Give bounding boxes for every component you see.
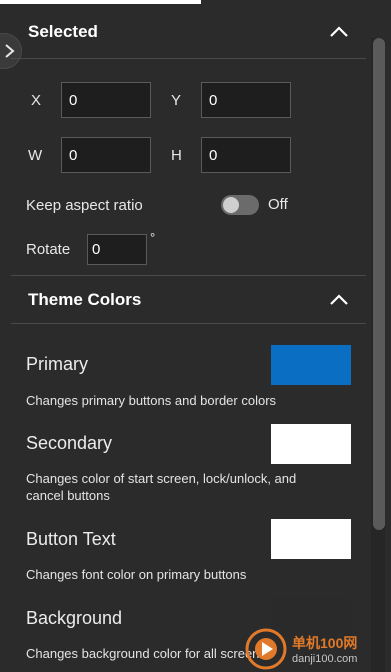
w-input[interactable]: [61, 137, 151, 173]
toggle-knob: [223, 197, 239, 213]
color-desc-button-text: Changes font color on primary buttons: [26, 567, 247, 582]
color-desc-primary: Changes primary buttons and border color…: [26, 393, 277, 408]
rotate-label: Rotate: [26, 241, 71, 258]
primary-color-swatch[interactable]: [271, 345, 351, 385]
x-input[interactable]: [61, 82, 151, 118]
watermark-url: danji100.com: [292, 653, 358, 665]
y-label: Y: [171, 92, 182, 109]
theme-colors-section-title: Theme Colors: [28, 290, 142, 309]
button-text-color-swatch[interactable]: [271, 519, 351, 559]
aspect-ratio-toggle[interactable]: [221, 195, 259, 215]
secondary-color-swatch[interactable]: [271, 424, 351, 464]
color-name-background: Background: [26, 608, 123, 628]
h-input[interactable]: [201, 137, 291, 173]
color-name-secondary: Secondary: [26, 433, 113, 453]
top-tab-strip: [0, 0, 391, 4]
w-label: W: [28, 147, 43, 164]
active-tab-indicator: [0, 0, 201, 4]
aspect-ratio-state: Off: [268, 196, 288, 213]
chevron-up-icon[interactable]: [328, 293, 350, 307]
section-divider: [11, 58, 366, 59]
watermark: 单机100网 danji100.com: [244, 627, 391, 672]
chevron-up-icon[interactable]: [328, 25, 350, 39]
watermark-title: 单机100网: [292, 635, 358, 651]
aspect-ratio-label: Keep aspect ratio: [26, 197, 143, 214]
scrollbar-thumb[interactable]: [373, 38, 385, 530]
rotate-input[interactable]: [87, 234, 147, 265]
color-name-button-text: Button Text: [26, 529, 116, 549]
h-label: H: [171, 147, 182, 164]
theme-colors-section-header[interactable]: Theme Colors: [11, 274, 366, 326]
x-label: X: [31, 92, 42, 109]
section-divider: [11, 323, 366, 324]
y-input[interactable]: [201, 82, 291, 118]
degree-symbol: °: [150, 230, 156, 245]
color-desc-secondary: Changes color of start screen, lock/unlo…: [26, 471, 297, 503]
selected-section-header[interactable]: Selected: [11, 6, 366, 58]
watermark-logo-icon: [245, 628, 287, 670]
selected-section-title: Selected: [28, 22, 98, 41]
color-name-primary: Primary: [26, 354, 88, 374]
